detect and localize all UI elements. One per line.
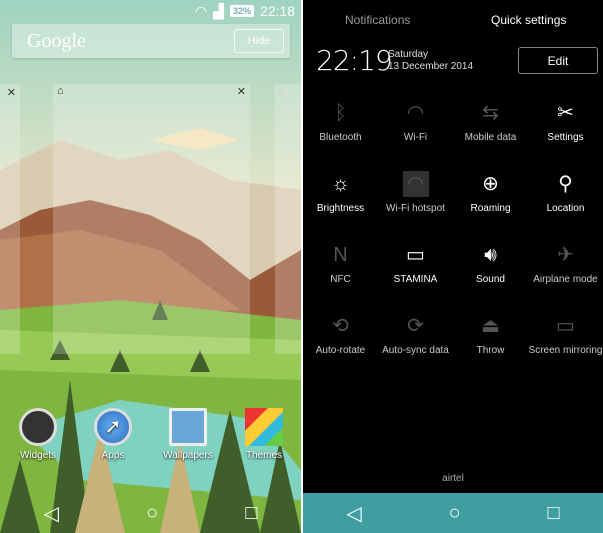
dock-label: Wallpapers xyxy=(163,450,213,461)
back-button[interactable]: ◁ xyxy=(346,501,361,526)
notification-shade: Notifications Quick settings 22:19 Satur… xyxy=(303,0,603,533)
tile-label: Settings xyxy=(547,132,584,143)
day-label: Saturday xyxy=(388,49,429,60)
dock-label: Widgets xyxy=(19,450,57,461)
tile-wi-fi[interactable]: ◠ Wi-Fi xyxy=(378,100,453,143)
tile-label: Mobile data xyxy=(464,132,517,143)
edit-button[interactable]: Edit xyxy=(518,47,598,74)
dock-apps[interactable]: ➚ Apps xyxy=(83,408,143,461)
tile-mobile-data[interactable]: ⇆ Mobile data xyxy=(453,100,528,143)
tile-label: Wi-Fi xyxy=(403,132,428,143)
tile-location[interactable]: ⚲ Location xyxy=(528,171,603,214)
tile-settings[interactable]: ✂ Settings xyxy=(528,100,603,143)
tile-label: Sound xyxy=(476,274,505,285)
close-icon[interactable]: ✕ xyxy=(7,86,16,99)
recents-button[interactable]: □ xyxy=(547,502,559,525)
tile-label: Throw xyxy=(476,345,505,356)
home-pane-current[interactable]: ⌂ ✕ xyxy=(53,84,250,354)
brightness-icon: ☼ xyxy=(331,173,350,195)
tile-stamina[interactable]: ▭ STAMINA xyxy=(378,242,453,285)
apps-arrow-icon: ➚ xyxy=(94,408,132,446)
mobile-data-icon: ⇆ xyxy=(482,102,499,124)
themes-icon xyxy=(245,408,283,446)
tile-label: Location xyxy=(546,203,585,214)
home-button[interactable]: ○ xyxy=(449,502,461,525)
roaming-icon: ⊕ xyxy=(482,173,499,195)
home-screen: ◠ ▟ 32% 22:18 Google Hide ✕ ⌂ ✕ ⌂ Widget… xyxy=(0,0,301,533)
wifi-icon: ◠ xyxy=(406,102,425,124)
home-icon[interactable]: ⌂ xyxy=(57,85,64,97)
recents-button[interactable]: □ xyxy=(245,502,257,525)
signal-icon: ▟ xyxy=(213,2,224,19)
sound-icon: 🔊︎ xyxy=(484,244,497,266)
widgets-icon xyxy=(19,408,57,446)
tile-label: Screen mirroring xyxy=(528,345,603,356)
status-bar: ◠ ▟ 32% 22:18 xyxy=(195,0,295,22)
bluetooth-icon: ᛒ xyxy=(334,102,347,124)
dock-widgets[interactable]: Widgets xyxy=(8,408,68,461)
tile-label: Brightness xyxy=(316,203,365,214)
tile-auto-sync-data[interactable]: ⟳ Auto-sync data xyxy=(378,313,453,356)
date: Saturday 13 December 2014 xyxy=(388,49,473,73)
date-label: 13 December 2014 xyxy=(388,61,474,72)
back-button[interactable]: ◁ xyxy=(44,501,59,526)
auto-rotate-icon: ⟲ xyxy=(332,315,349,337)
tab-quick-settings[interactable]: Quick settings xyxy=(491,13,566,27)
airplane-icon: ✈ xyxy=(557,244,574,266)
dock-label: Themes xyxy=(245,450,283,461)
battery-icon: 32% xyxy=(229,5,254,17)
clock: 22:19 xyxy=(316,44,393,77)
carrier-label: airtel xyxy=(442,473,464,484)
wifi-hotspot-icon: ◠ xyxy=(402,171,429,197)
nfc-icon: N xyxy=(333,244,348,266)
nav-bar: ◁ ○ □ xyxy=(303,493,603,533)
tile-label: Bluetooth xyxy=(319,132,362,143)
tile-label: Auto-rotate xyxy=(315,345,366,356)
tile-roaming[interactable]: ⊕ Roaming xyxy=(453,171,528,214)
tile-bluetooth[interactable]: ᛒ Bluetooth xyxy=(303,100,378,143)
throw-icon: ⏏ xyxy=(481,315,500,337)
tile-nfc[interactable]: N NFC xyxy=(303,242,378,285)
tile-label: Wi-Fi hotspot xyxy=(386,203,445,214)
dock-label: Apps xyxy=(101,450,125,461)
tile-sound[interactable]: 🔊︎ Sound xyxy=(453,242,528,285)
tile-throw[interactable]: ⏏ Throw xyxy=(453,313,528,356)
tab-notifications[interactable]: Notifications xyxy=(345,13,410,27)
location-icon: ⚲ xyxy=(558,173,573,195)
wallpapers-icon xyxy=(169,408,207,446)
close-icon[interactable]: ✕ xyxy=(237,85,246,98)
stamina-battery-icon: ▭ xyxy=(406,244,425,266)
status-time: 22:18 xyxy=(259,3,295,19)
hide-button[interactable]: Hide xyxy=(234,29,284,53)
settings-tools-icon: ✂ xyxy=(557,102,574,124)
home-icon[interactable]: ⌂ xyxy=(278,85,285,97)
home-pane-prev[interactable]: ✕ xyxy=(0,84,20,354)
google-search-bar[interactable]: Google Hide xyxy=(12,24,290,58)
tile-label: Roaming xyxy=(470,203,511,214)
sync-icon: ⟳ xyxy=(407,315,424,337)
tile-wi-fi-hotspot[interactable]: ◠ Wi-Fi hotspot xyxy=(378,171,453,214)
home-button[interactable]: ○ xyxy=(146,502,158,525)
tile-label: Auto-sync data xyxy=(382,345,449,356)
tile-airplane-mode[interactable]: ✈ Airplane mode xyxy=(528,242,603,285)
tile-auto-rotate[interactable]: ⟲ Auto-rotate xyxy=(303,313,378,356)
tile-label: NFC xyxy=(330,274,351,285)
screen-mirroring-icon: ▭ xyxy=(556,315,575,337)
wifi-icon: ◠ xyxy=(194,2,208,19)
tile-screen-mirroring[interactable]: ▭ Screen mirroring xyxy=(528,313,603,356)
home-pane-next[interactable]: ⌂ xyxy=(275,84,301,354)
tile-label: Airplane mode xyxy=(533,274,598,285)
tile-label: STAMINA xyxy=(393,274,438,285)
tile-brightness[interactable]: ☼ Brightness xyxy=(303,171,378,214)
nav-bar: ◁ ○ □ xyxy=(0,493,301,533)
dock-themes[interactable]: Themes xyxy=(234,408,294,461)
google-logo: Google xyxy=(27,30,86,52)
dock-wallpapers[interactable]: Wallpapers xyxy=(158,408,218,461)
